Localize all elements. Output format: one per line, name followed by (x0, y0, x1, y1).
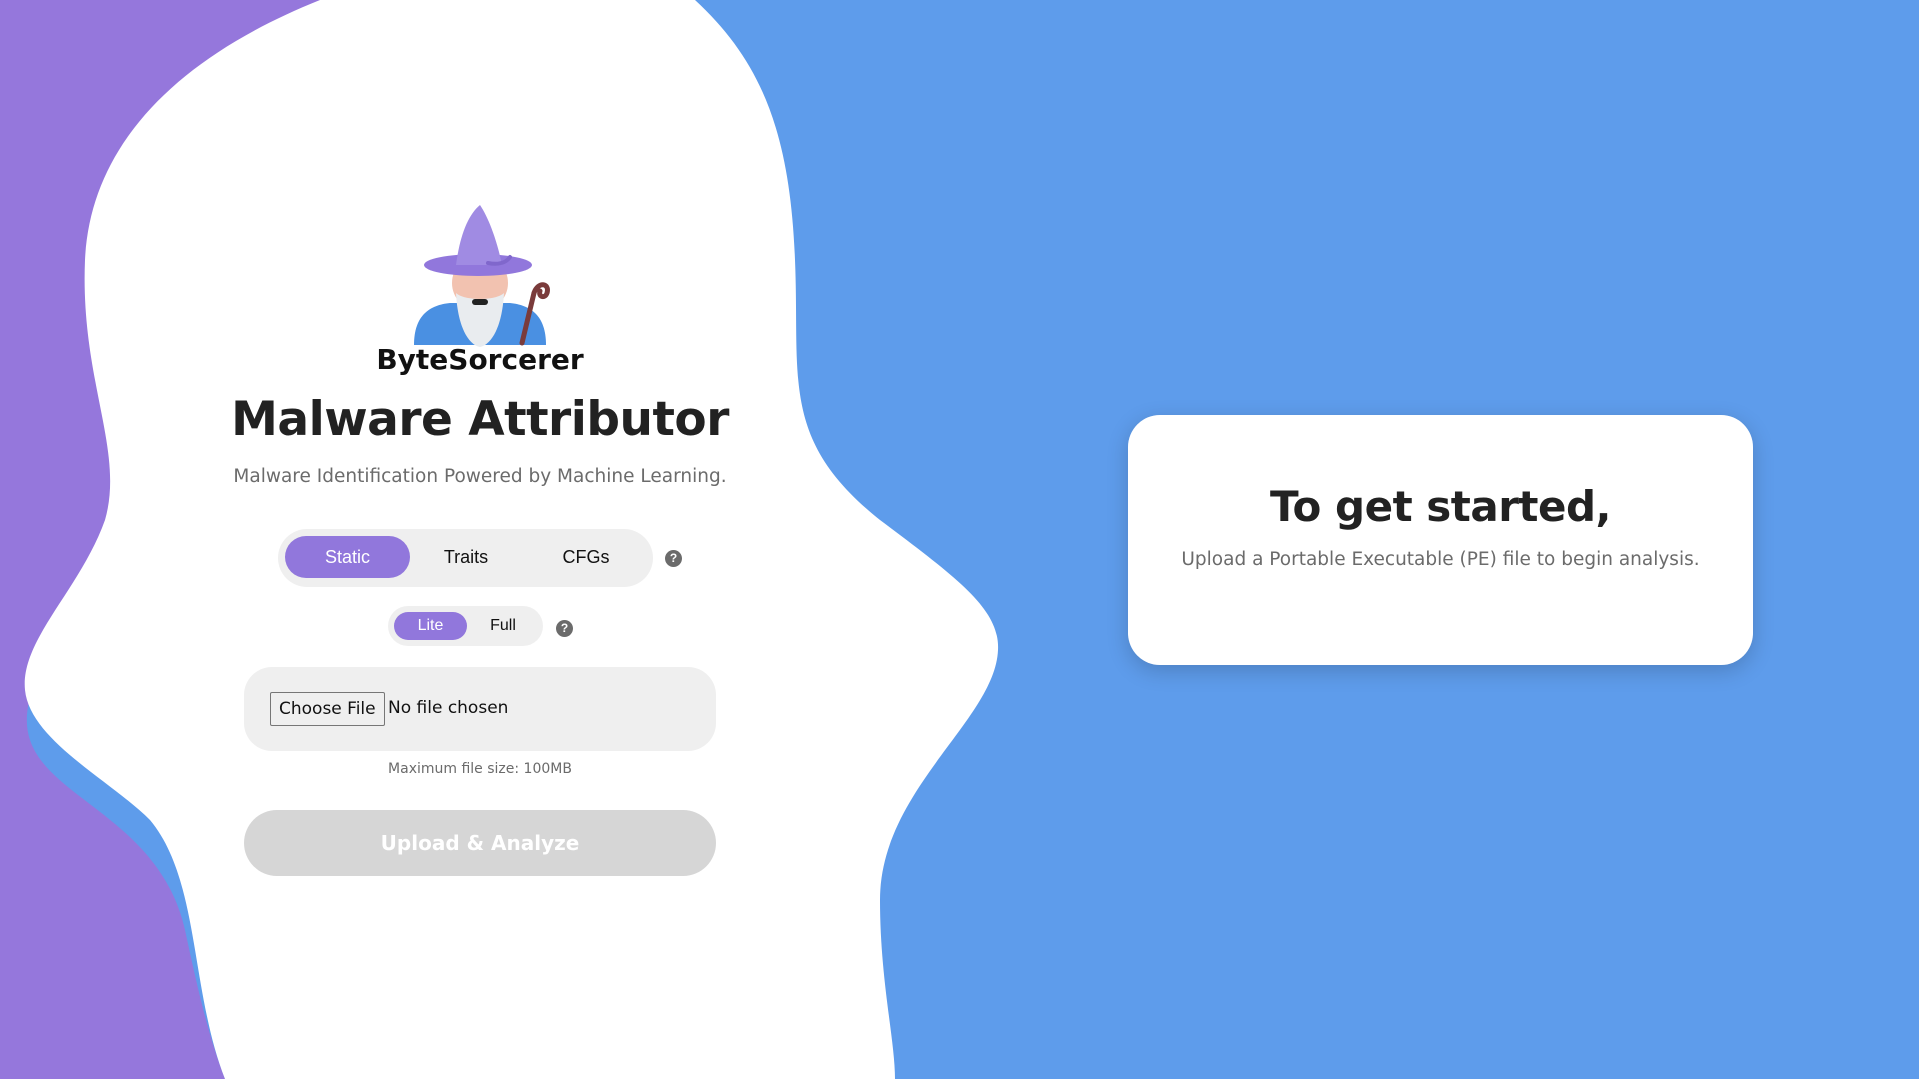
page-subtitle: Malware Identification Powered by Machin… (233, 466, 727, 487)
card-text: Upload a Portable Executable (PE) file t… (1181, 549, 1700, 570)
upload-panel: ByteSorcerer Malware Attributor Malware … (0, 0, 960, 1079)
tab-static[interactable]: Static (285, 536, 410, 578)
card-title: To get started, (1269, 482, 1612, 531)
question-circle-icon[interactable]: ? (556, 620, 573, 637)
choose-file-button[interactable]: Choose File (270, 692, 385, 726)
getting-started-card: To get started, Upload a Portable Execut… (1128, 415, 1753, 665)
question-circle-icon[interactable]: ? (665, 550, 682, 567)
page-title: Malware Attributor (231, 392, 729, 447)
file-input-box: Choose File No file chosen (244, 667, 716, 751)
upload-analyze-button[interactable]: Upload & Analyze (244, 810, 716, 876)
mode-toggle: Lite Full (388, 606, 543, 646)
file-status: No file chosen (388, 698, 509, 718)
brand-name: ByteSorcerer (376, 343, 584, 376)
wizard-icon (414, 205, 550, 347)
mode-full[interactable]: Full (470, 612, 536, 640)
tab-cfgs[interactable]: CFGs (526, 536, 646, 578)
mode-lite[interactable]: Lite (394, 612, 467, 640)
max-file-size-note: Maximum file size: 100MB (388, 761, 572, 777)
analysis-type-tabs: Static Traits CFGs (278, 529, 653, 587)
tab-traits[interactable]: Traits (406, 536, 526, 578)
